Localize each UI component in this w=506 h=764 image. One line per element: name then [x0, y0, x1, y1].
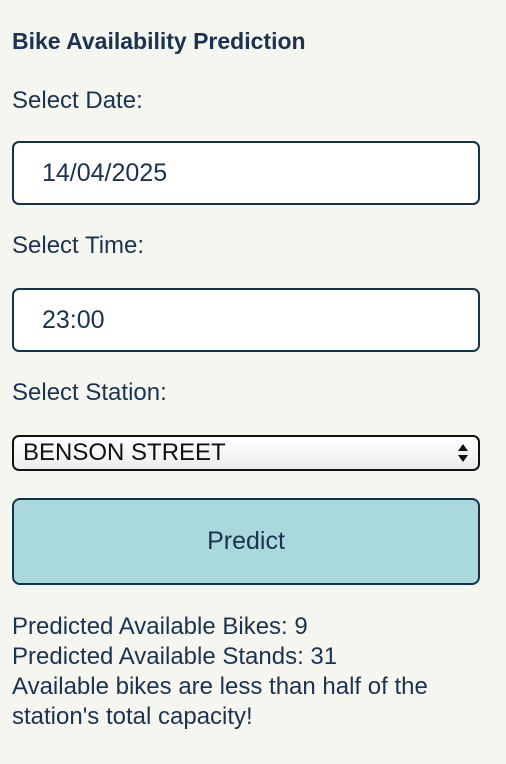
capacity-warning-text: Available bikes are less than half of th… — [12, 673, 428, 730]
time-value: 23:00 — [42, 306, 105, 334]
predict-button[interactable]: Predict — [12, 498, 480, 585]
station-select[interactable]: BENSON STREET — [12, 435, 480, 471]
page-title: Bike Availability Prediction — [12, 28, 306, 54]
prediction-panel: Bike Availability Prediction Select Date… — [0, 0, 506, 764]
date-input[interactable]: 14/04/2025 — [12, 141, 480, 205]
date-value: 14/04/2025 — [42, 159, 168, 187]
station-label: Select Station: — [12, 379, 167, 406]
predicted-stands-text: Predicted Available Stands: 31 — [12, 643, 338, 670]
time-input[interactable]: 23:00 — [12, 288, 480, 352]
predicted-bikes-text: Predicted Available Bikes: 9 — [12, 613, 308, 640]
updown-arrows-icon — [458, 444, 468, 462]
time-label: Select Time: — [12, 232, 145, 259]
station-selected-value: BENSON STREET — [23, 439, 226, 466]
date-label: Select Date: — [12, 87, 143, 114]
prediction-result: Predicted Available Bikes: 9 Predicted A… — [12, 612, 492, 732]
